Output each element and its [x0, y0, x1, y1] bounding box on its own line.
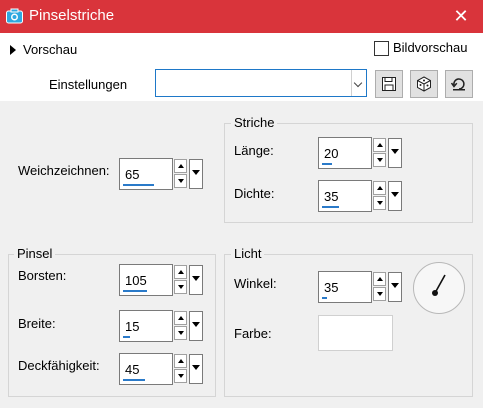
close-icon[interactable]: ✕ — [451, 6, 471, 26]
decrement-button[interactable] — [174, 174, 187, 188]
farbe-label: Farbe: — [234, 326, 272, 341]
decrement-button[interactable] — [174, 280, 187, 294]
dichte-label: Dichte: — [234, 186, 275, 201]
deckfaehigkeit-label: Deckfähigkeit: — [18, 358, 100, 373]
bildvorschau-checkbox[interactable]: Bildvorschau — [374, 40, 468, 57]
breite-level-bar — [123, 336, 130, 338]
decrement-button[interactable] — [373, 153, 386, 167]
licht-title: Licht — [231, 246, 265, 261]
laenge-level-bar — [322, 163, 332, 165]
winkel-value: 35 — [324, 280, 339, 295]
weichzeichnen-label: Weichzeichnen: — [18, 163, 110, 178]
random-icon — [417, 76, 431, 92]
dichte-spinbox[interactable]: 35 — [318, 180, 402, 212]
reset-icon — [451, 78, 465, 91]
presets-dropdown[interactable] — [155, 69, 367, 97]
save-icon — [382, 77, 396, 91]
dichte-input[interactable]: 35 — [318, 180, 372, 212]
increment-button[interactable] — [373, 181, 386, 195]
weichzeichnen-level-bar — [123, 184, 154, 186]
angle-needle — [432, 274, 446, 296]
winkel-spinbox[interactable]: 35 — [318, 271, 402, 303]
weichzeichnen-spinbox[interactable]: 65 — [119, 158, 203, 190]
dropdown-arrow-button[interactable] — [189, 354, 203, 384]
presets-label: Einstellungen — [49, 77, 128, 92]
dropdown-arrow-button[interactable] — [388, 272, 402, 302]
title-bar: Pinselstriche ✕ — [0, 0, 483, 33]
laenge-input[interactable]: 20 — [318, 137, 372, 169]
laenge-value: 20 — [324, 146, 339, 161]
checkbox-box[interactable] — [374, 41, 389, 57]
decrement-button[interactable] — [174, 369, 187, 383]
laenge-spinbox[interactable]: 20 — [318, 137, 402, 169]
dichte-value: 35 — [324, 189, 339, 204]
deckfaehigkeit-value: 45 — [125, 362, 140, 377]
increment-button[interactable] — [174, 159, 187, 173]
decrement-button[interactable] — [174, 326, 187, 340]
bildvorschau-label: Bildvorschau — [393, 40, 468, 55]
breite-spinbox[interactable]: 15 — [119, 310, 203, 342]
breite-label: Breite: — [18, 316, 56, 331]
decrement-button[interactable] — [373, 196, 386, 210]
laenge-label: Länge: — [234, 143, 274, 158]
borsten-input[interactable]: 105 — [119, 264, 173, 296]
window-title: Pinselstriche — [29, 7, 115, 24]
striche-title: Striche — [231, 115, 278, 130]
borsten-level-bar — [123, 290, 147, 292]
dropdown-arrow-button[interactable] — [388, 181, 402, 211]
expand-arrow-icon — [10, 44, 16, 55]
deckfaehigkeit-spinbox[interactable]: 45 — [119, 353, 203, 385]
chevron-down-icon[interactable] — [351, 70, 366, 96]
winkel-label: Winkel: — [234, 276, 277, 291]
light-color-swatch[interactable] — [318, 315, 393, 351]
dichte-level-bar — [322, 206, 339, 208]
camera-icon — [6, 8, 23, 24]
deckfaehigkeit-level-bar — [123, 379, 145, 381]
winkel-level-bar — [322, 297, 327, 299]
preview-label: Vorschau — [23, 42, 78, 57]
reset-button[interactable] — [445, 70, 473, 98]
save-preset-button[interactable] — [375, 70, 403, 98]
borsten-value: 105 — [125, 273, 147, 288]
preview-toggle[interactable]: Vorschau — [10, 42, 77, 57]
decrement-button[interactable] — [373, 287, 386, 301]
breite-value: 15 — [125, 319, 140, 334]
deckfaehigkeit-input[interactable]: 45 — [119, 353, 173, 385]
dropdown-arrow-button[interactable] — [388, 138, 402, 168]
weichzeichnen-input[interactable]: 65 — [119, 158, 173, 190]
borsten-spinbox[interactable]: 105 — [119, 264, 203, 296]
winkel-input[interactable]: 35 — [318, 271, 372, 303]
increment-button[interactable] — [174, 311, 187, 325]
random-button[interactable] — [410, 70, 438, 98]
dropdown-arrow-button[interactable] — [189, 159, 203, 189]
borsten-label: Borsten: — [18, 268, 67, 283]
dropdown-arrow-button[interactable] — [189, 265, 203, 295]
breite-input[interactable]: 15 — [119, 310, 173, 342]
weichzeichnen-value: 65 — [125, 167, 140, 182]
increment-button[interactable] — [174, 354, 187, 368]
increment-button[interactable] — [373, 138, 386, 152]
angle-dial-icon[interactable] — [413, 262, 465, 314]
pinsel-title: Pinsel — [14, 246, 56, 261]
increment-button[interactable] — [373, 272, 386, 286]
increment-button[interactable] — [174, 265, 187, 279]
dropdown-arrow-button[interactable] — [189, 311, 203, 341]
